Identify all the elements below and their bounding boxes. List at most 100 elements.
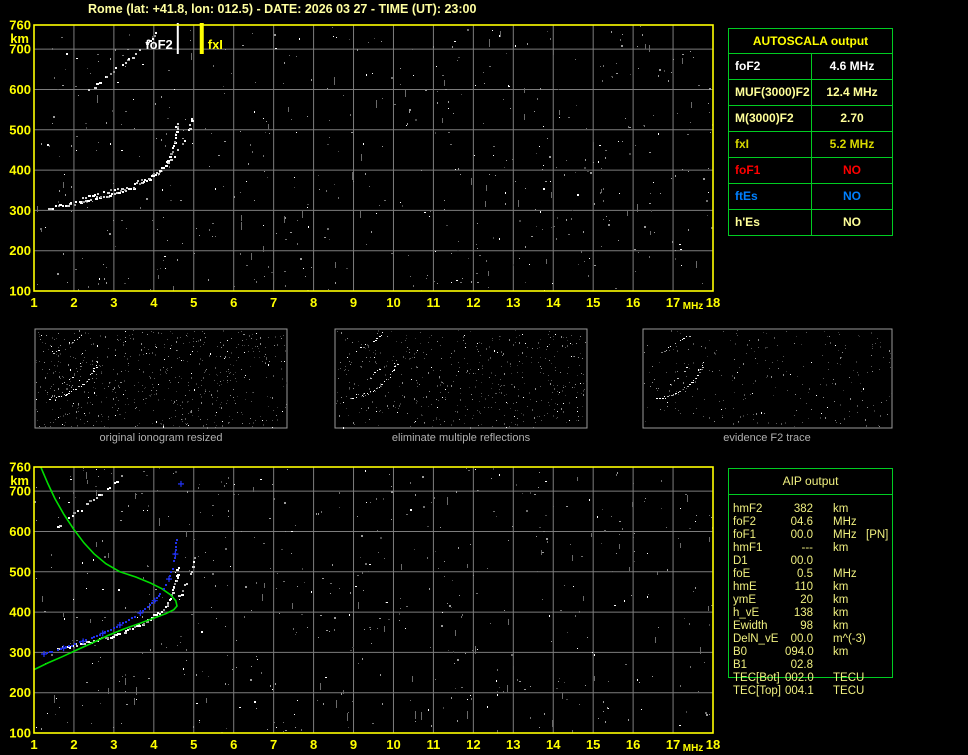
- aip-label: hmE: [733, 581, 757, 593]
- aip-unit: TECU: [833, 672, 865, 684]
- x-tick-label: 8: [310, 295, 317, 310]
- aip-label: D1: [733, 555, 748, 567]
- marker-label-foF2: foF2: [145, 37, 172, 52]
- x-tick-label: 12: [466, 295, 480, 310]
- aip-val: 02.8: [790, 659, 813, 671]
- x-tick-label: 12: [466, 737, 480, 752]
- aip-val: 094.0: [785, 646, 814, 658]
- thumbnail-original-ionogram: [34, 328, 288, 429]
- aip-unit: TECU: [833, 685, 865, 697]
- aip-output-rows: hmF2 382 km foF2 04.6 MHz foF1 00.0 MHz [PN] hmF1 -…: [733, 503, 933, 698]
- y-tick-label: 400: [9, 163, 31, 178]
- x-tick-label: 7: [270, 295, 277, 310]
- x-tick-label: 18: [706, 737, 720, 752]
- aip-note: [866, 646, 904, 659]
- x-axis-unit: MHz: [683, 743, 704, 754]
- aip-row-TEC[Bot]: TEC[Bot] 002.0 TECU: [733, 672, 933, 685]
- bottom-ionogram-plot: 760700600500400300200100km1 2 3 4 5 6 7 8 9 10 11 1…: [9, 460, 720, 755]
- x-tick-label: 3: [110, 737, 117, 752]
- aip-note: [866, 503, 904, 516]
- aip-unit: [813, 659, 866, 672]
- x-tick-label: 18: [706, 295, 720, 310]
- y-tick-label: 300: [9, 203, 31, 218]
- aip-note: [866, 581, 904, 594]
- x-tick-label: 15: [586, 295, 600, 310]
- aip-row-Ewidth: Ewidth 98 km: [733, 620, 933, 633]
- top-ionogram-plot: foF2 fxI760700600500400300200100km1 2 3 4 5 6 7…: [9, 18, 720, 313]
- y-tick-label: 600: [9, 82, 31, 97]
- aip-unit: [813, 555, 866, 568]
- aip-label: foF1: [733, 529, 757, 541]
- autoscala-row-label-ftEs: ftEs: [729, 184, 812, 210]
- x-tick-label: 2: [70, 295, 77, 310]
- x-tick-label: 13: [506, 295, 520, 310]
- x-tick-label: 5: [190, 295, 197, 310]
- aip-unit: m^(-3): [833, 633, 866, 645]
- aip-row-B1: B1 02.8: [733, 659, 933, 672]
- x-tick-label: 16: [626, 295, 640, 310]
- aip-note: [866, 620, 904, 633]
- x-tick-label: 4: [150, 295, 158, 310]
- aip-row-D1: D1 00.0: [733, 555, 933, 568]
- x-tick-label: 17: [666, 737, 680, 752]
- thumbnail-evidence-f2-trace: [642, 328, 893, 429]
- aip-label: DelN_vE: [733, 633, 779, 645]
- aip-val: ---: [801, 542, 814, 554]
- x-tick-label: 6: [230, 295, 237, 310]
- aip-label: foF2: [733, 516, 757, 528]
- y-tick-label: 200: [9, 243, 31, 258]
- x-tick-label: 14: [546, 295, 561, 310]
- aip-val: 00.0: [790, 633, 813, 645]
- x-tick-label: 13: [506, 737, 520, 752]
- aip-unit: km: [833, 503, 849, 515]
- aip-label: ymE: [733, 594, 756, 606]
- y-tick-label: 200: [9, 685, 31, 700]
- autoscala-row-value-ftEs: NO: [812, 184, 892, 210]
- aip-label: h_vE: [733, 607, 760, 619]
- y-tick-label: 400: [9, 605, 31, 620]
- aip-row-foF1: foF1 00.0 MHz [PN]: [733, 529, 933, 542]
- x-tick-label: 9: [350, 737, 357, 752]
- aip-val: 002.0: [785, 672, 814, 684]
- aip-unit: MHz: [833, 529, 857, 541]
- x-tick-label: 1: [30, 295, 37, 310]
- y-axis-unit: km: [10, 31, 29, 46]
- x-tick-label: 9: [350, 295, 357, 310]
- aip-val: 0.5: [797, 568, 813, 580]
- x-tick-label: 17: [666, 295, 680, 310]
- aip-val: 00.0: [790, 529, 813, 541]
- aip-val: 138: [793, 607, 813, 619]
- aip-val: 20: [800, 594, 813, 606]
- aip-note: [PN]: [866, 529, 889, 541]
- thumbnail-eliminate-reflections: [334, 328, 588, 429]
- y-axis-unit: km: [10, 473, 29, 488]
- thumbnail-caption-original: original ionogram resized: [99, 432, 223, 444]
- aip-row-h_vE: h_vE 138 km: [733, 607, 933, 620]
- aip-val: 382: [793, 503, 813, 515]
- aip-unit: km: [833, 542, 849, 554]
- aip-row-ymE: ymE 20 km: [733, 594, 933, 607]
- x-tick-label: 5: [190, 737, 197, 752]
- aip-note: [866, 542, 904, 555]
- aip-label: foE: [733, 568, 751, 580]
- thumbnail-caption-eliminate-reflections: eliminate multiple reflections: [391, 432, 531, 444]
- autoscala-table-title: AUTOSCALA output: [729, 29, 892, 54]
- aip-row-foF2: foF2 04.6 MHz: [733, 516, 933, 529]
- aip-val: 04.6: [790, 516, 813, 528]
- aip-row-TEC[Top]: TEC[Top] 004.1 TECU: [733, 685, 933, 698]
- aip-note: [866, 659, 904, 672]
- aip-label: hmF2: [733, 503, 763, 515]
- aip-unit: km: [833, 620, 849, 632]
- x-tick-label: 6: [230, 737, 237, 752]
- x-tick-label: 2: [70, 737, 77, 752]
- autoscala-row-label-foF1: foF1: [729, 158, 812, 184]
- aip-label: B1: [733, 659, 748, 671]
- aip-row-DelN_vE: DelN_vE 00.0 m^(-3): [733, 633, 933, 646]
- y-tick-label: 600: [9, 524, 31, 539]
- thumbnail-caption-evidence-f2: evidence F2 trace: [723, 432, 811, 444]
- aip-note: [866, 555, 904, 568]
- autoscala-app-window: Rome (lat: +41.8, lon: 012.5) - DATE: 20…: [0, 0, 968, 755]
- x-tick-label: 8: [310, 737, 317, 752]
- x-tick-label: 10: [386, 295, 400, 310]
- aip-label: TEC[Top]: [733, 685, 781, 697]
